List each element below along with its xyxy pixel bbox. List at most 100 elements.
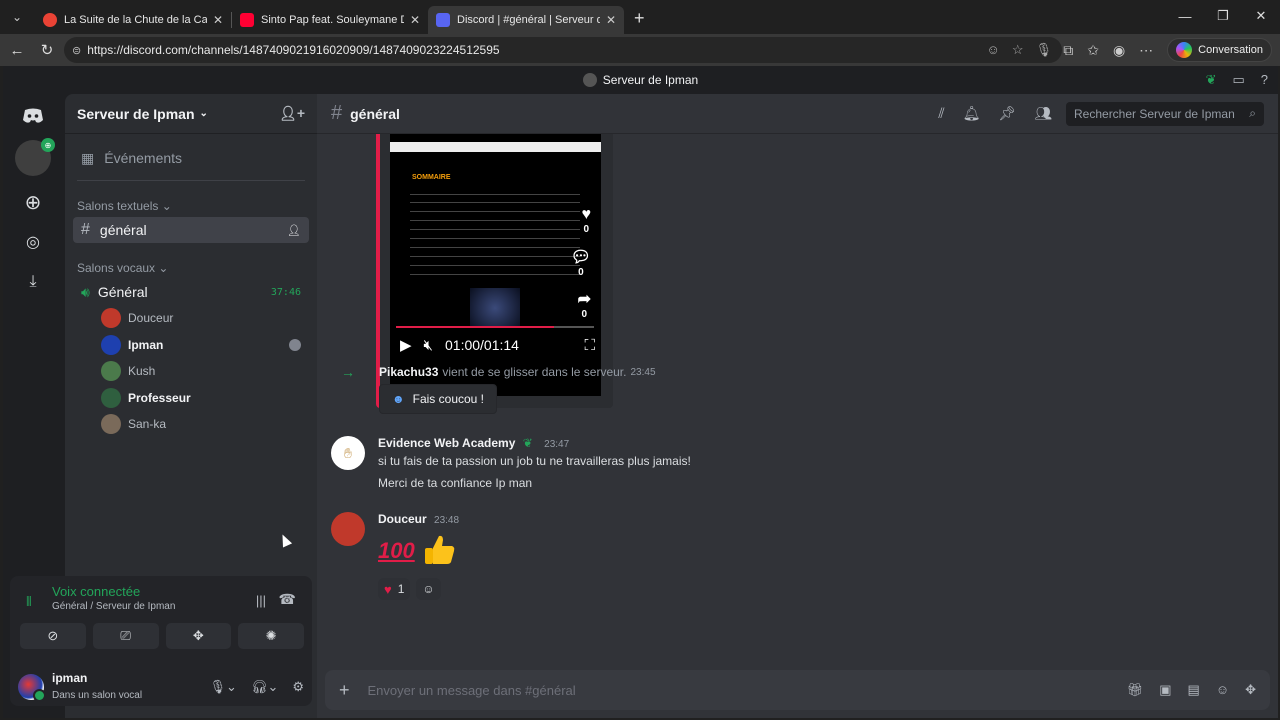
gift-icon[interactable]: 🎁︎ bbox=[1127, 682, 1144, 698]
wave-label: Fais coucou ! bbox=[412, 392, 485, 406]
favorites-icon[interactable]: ✩ bbox=[1087, 42, 1099, 59]
invite-icon[interactable]: 👤︎+ bbox=[279, 105, 305, 122]
leaf-icon[interactable]: ❦ bbox=[1206, 72, 1217, 88]
download-icon[interactable]: ⤓ bbox=[15, 264, 51, 300]
comment-button[interactable]: 💬︎ 0 bbox=[571, 247, 591, 278]
voice-user[interactable]: Kush bbox=[101, 359, 307, 383]
message-author[interactable]: Pikachu33 bbox=[379, 365, 438, 379]
server-header[interactable]: Serveur de Ipman ⌄ 👤︎+ bbox=[65, 94, 317, 134]
discord-home-icon[interactable] bbox=[15, 98, 51, 134]
voice-channel-general[interactable]: 🔊︎ Général 37:46 bbox=[73, 279, 309, 305]
profile-icon[interactable]: ◉ bbox=[1113, 42, 1125, 59]
tab-favicon-icon bbox=[43, 13, 57, 27]
back-icon[interactable]: ← bbox=[2, 36, 32, 64]
attach-plus-icon[interactable]: + bbox=[339, 680, 350, 701]
discord-app: Serveur de Ipman ❦ ▭ ? ⊕ ⊕ ◎ ⤓ Serveur d… bbox=[3, 66, 1278, 718]
mute-icon[interactable]: 🔇︎ bbox=[424, 337, 433, 354]
voice-user[interactable]: Ipman bbox=[101, 333, 307, 357]
channel-header: # général ⫽ 🔔︎ 📌︎ 👥︎ Rechercher Serveur … bbox=[317, 94, 1278, 134]
voice-user-name: San-ka bbox=[128, 417, 167, 431]
events-item[interactable]: ▦ Événements bbox=[73, 145, 309, 171]
gear-icon[interactable]: ⚙ bbox=[292, 679, 304, 695]
new-tab-icon[interactable]: + bbox=[634, 8, 645, 29]
close-icon[interactable]: ✕ bbox=[606, 13, 616, 27]
close-window-icon[interactable]: ✕ bbox=[1242, 0, 1280, 32]
voice-user[interactable]: Douceur bbox=[101, 306, 307, 330]
voice-status[interactable]: Voix connectée bbox=[52, 584, 140, 599]
inbox-icon[interactable]: ▭ bbox=[1232, 72, 1244, 88]
signal-icon: ⦀ bbox=[26, 594, 32, 609]
bell-icon[interactable]: 🔔︎ bbox=[963, 105, 981, 122]
noise-suppression-icon[interactable]: ||| bbox=[256, 593, 266, 608]
voice-user[interactable]: Professeur bbox=[101, 386, 307, 410]
minimize-icon[interactable]: — bbox=[1166, 0, 1204, 32]
mic-icon[interactable]: 🎙︎⌄ bbox=[210, 679, 237, 695]
text-category[interactable]: Salons textuels ⌄ bbox=[77, 199, 172, 213]
extensions-icon[interactable]: ⧉ bbox=[1063, 42, 1073, 59]
disconnect-icon[interactable]: ☎︎ bbox=[279, 591, 296, 608]
maximize-icon[interactable]: ❐ bbox=[1204, 0, 1242, 32]
site-info-icon[interactable]: ⊜ bbox=[72, 44, 81, 57]
add-server-icon[interactable]: ⊕ bbox=[15, 184, 51, 220]
apps-icon[interactable]: ✥ bbox=[1245, 682, 1256, 698]
calendar-icon: ▦ bbox=[81, 149, 95, 166]
help-icon[interactable]: ? bbox=[1261, 72, 1268, 88]
sticker-icon[interactable]: ▤ bbox=[1188, 682, 1200, 698]
tab-title: La Suite de la Chute de la Cabale bbox=[64, 14, 207, 26]
activities-icon[interactable]: ✥ bbox=[165, 623, 232, 649]
browser-tab-2[interactable]: Sinto Pap feat. Souleymane Diama ✕ bbox=[232, 6, 428, 34]
headset-icon[interactable]: 🎧︎⌄ bbox=[251, 679, 278, 695]
emoji-icon[interactable]: ☺ bbox=[1216, 682, 1229, 698]
thumbs-up-icon bbox=[425, 535, 455, 564]
message-author[interactable]: Douceur bbox=[378, 512, 427, 526]
heart-reaction[interactable]: ♥ 1 bbox=[378, 578, 411, 600]
more-icon[interactable]: ⋯ bbox=[1139, 42, 1153, 59]
chevron-down-icon: ⌄ bbox=[199, 108, 208, 119]
channel-general[interactable]: # général 👤︎ bbox=[73, 217, 309, 243]
avatar[interactable] bbox=[331, 512, 365, 546]
server-ipman-icon[interactable]: ⊕ bbox=[15, 138, 55, 176]
threads-icon[interactable]: ⫽ bbox=[938, 105, 944, 122]
avatar[interactable] bbox=[18, 674, 46, 702]
video-player[interactable]: SOMMAIRE ♥ 0 💬︎ 0 ➦ 0 ▶ 🔇︎ 01:00/01:14 ⛶ bbox=[390, 134, 601, 396]
message-text: Merci de ta confiance Ip man bbox=[378, 476, 533, 490]
activity-icon bbox=[289, 339, 301, 351]
search-input[interactable]: Rechercher Serveur de Ipman ⌕ bbox=[1066, 101, 1264, 126]
invite-icon[interactable]: 👤︎ bbox=[287, 224, 301, 237]
play-icon[interactable]: ▶ bbox=[400, 336, 412, 354]
emoji-icon[interactable]: ☺ bbox=[987, 42, 1000, 58]
voice-category[interactable]: Salons vocaux ⌄ bbox=[77, 261, 168, 275]
voice-user[interactable]: San-ka bbox=[101, 412, 307, 436]
soundboard-icon[interactable]: ✺ bbox=[238, 623, 304, 649]
conversation-button[interactable]: Conversation bbox=[1167, 38, 1272, 62]
like-button[interactable]: ♥ 0 bbox=[582, 206, 592, 235]
reload-icon[interactable]: ↻ bbox=[32, 36, 62, 64]
hash-icon: # bbox=[331, 102, 343, 124]
browser-tab-3[interactable]: Discord | #général | Serveur de Ipman ✕ bbox=[428, 6, 624, 34]
add-reaction-icon[interactable]: ☺ bbox=[416, 578, 441, 600]
wave-sticker-icon: ☻ bbox=[392, 392, 405, 406]
members-icon[interactable]: 👥︎ bbox=[1034, 105, 1052, 122]
mic-icon[interactable]: 🎙︎ bbox=[1035, 42, 1052, 58]
message-author[interactable]: Evidence Web Academy bbox=[378, 436, 515, 450]
discover-icon[interactable]: ◎ bbox=[15, 224, 51, 260]
video-progress[interactable] bbox=[396, 326, 594, 328]
wave-button[interactable]: ☻ Fais coucou ! bbox=[379, 384, 498, 414]
pin-icon[interactable]: 📌︎ bbox=[998, 105, 1016, 122]
share-button[interactable]: ➦ 0 bbox=[578, 289, 591, 320]
tab-menu-icon[interactable]: ⌄ bbox=[5, 5, 29, 29]
message-input[interactable]: Envoyer un message dans #général bbox=[368, 683, 576, 698]
close-icon[interactable]: ✕ bbox=[410, 13, 420, 27]
voice-timer: 37:46 bbox=[270, 286, 301, 298]
camera-off-icon[interactable]: ⊘ bbox=[20, 623, 86, 649]
url-field[interactable]: ⊜ https://discord.com/channels/148740902… bbox=[64, 37, 1062, 63]
close-icon[interactable]: ✕ bbox=[213, 13, 223, 27]
favorite-star-icon[interactable]: ☆ bbox=[1012, 42, 1024, 58]
screen-share-icon[interactable]: ⎚ bbox=[92, 623, 159, 649]
fullscreen-icon[interactable]: ⛶ bbox=[584, 337, 595, 354]
discord-favicon-icon bbox=[436, 13, 450, 27]
avatar[interactable]: ✋︎ bbox=[331, 436, 365, 470]
video-heading: SOMMAIRE bbox=[412, 174, 451, 181]
browser-tab-1[interactable]: La Suite de la Chute de la Cabale ✕ bbox=[35, 6, 231, 34]
gif-icon[interactable]: ▣ bbox=[1159, 682, 1171, 698]
